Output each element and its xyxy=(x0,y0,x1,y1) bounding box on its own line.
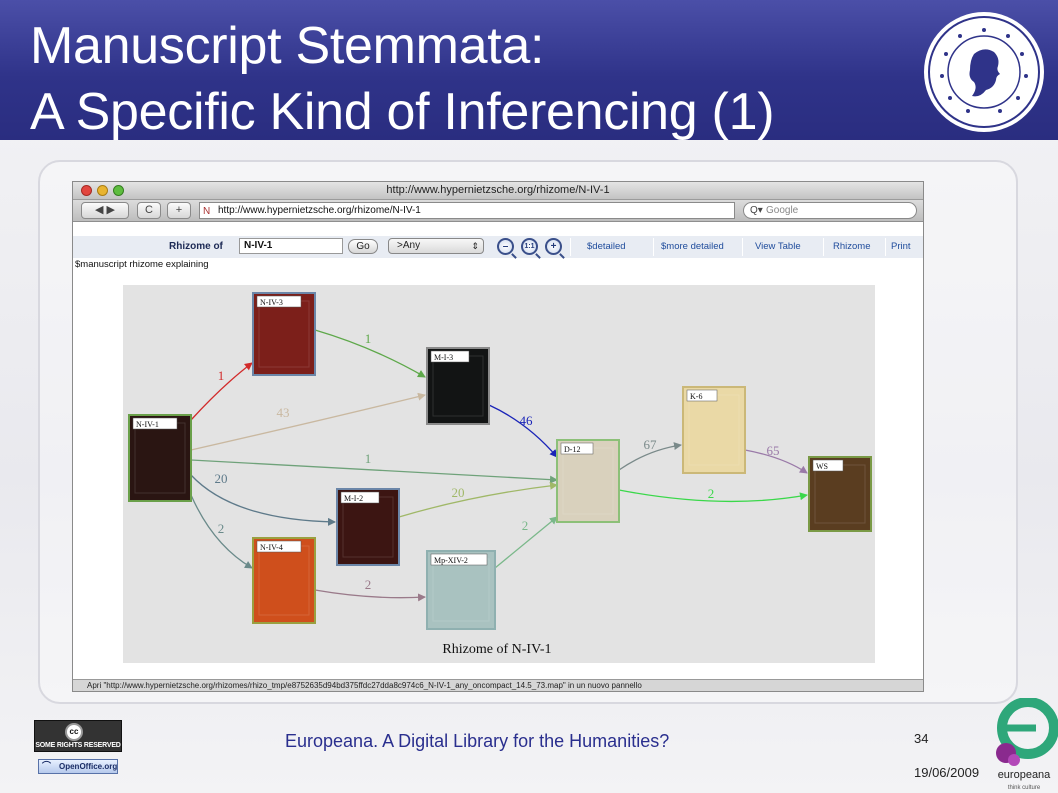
browser-titlebar: http://www.hypernietzsche.org/rhizome/N-… xyxy=(73,182,923,200)
edge-weight-label: 20 xyxy=(215,471,228,486)
edge-weight-label: 65 xyxy=(767,443,780,458)
rhizome-graph: 1 1 43 46 1 20 20 2 2 2 67 2 65 N-IV-1 N-IV-3 M-I-3 M-I-… xyxy=(123,285,875,663)
node-label: WS xyxy=(816,462,828,471)
url-field[interactable]: N http://www.hypernietzsche.org/rhizome/… xyxy=(199,202,735,219)
manuscript-node-m-i-3: M-I-3 xyxy=(426,347,490,425)
europeana-logo-sublabel: think culture xyxy=(1008,785,1041,791)
node-label: N-IV-3 xyxy=(260,298,283,307)
node-label: Mp-XIV-2 xyxy=(434,556,468,565)
browser-status-bar: Apri "http://www.hypernietzsche.org/rhiz… xyxy=(73,679,923,691)
browser-window: http://www.hypernietzsche.org/rhizome/N-… xyxy=(72,181,924,692)
cc-icon: cc xyxy=(65,723,83,741)
footer-text: Europeana. A Digital Library for the Hum… xyxy=(285,731,670,751)
browser-window-title: http://www.hypernietzsche.org/rhizome/N-… xyxy=(386,184,610,196)
nav-link-print[interactable]: Print xyxy=(891,241,911,252)
nav-divider xyxy=(653,238,654,256)
url-text: http://www.hypernietzsche.org/rhizome/N-… xyxy=(218,205,421,216)
browser-toolbar: ◀ ▶ C + N http://www.hypernietzsche.org/… xyxy=(73,200,923,222)
site-favicon-icon: N xyxy=(203,206,211,217)
node-label: N-IV-4 xyxy=(260,543,283,552)
page-number: 34 xyxy=(914,731,929,746)
node-label: D-12 xyxy=(564,445,580,454)
openoffice-badge: ⌒ OpenOffice.org xyxy=(38,759,118,774)
explain-text: $manuscript rhizome explaining xyxy=(75,259,209,270)
humboldt-university-seal xyxy=(924,12,1044,132)
manuscript-node-mp-xiv-2: Mp-XIV-2 xyxy=(426,550,496,630)
edge-N-IV-1-to-M-I-3 xyxy=(190,392,426,451)
node-label: M-I-3 xyxy=(434,353,453,362)
nav-link-view-table[interactable]: View Table xyxy=(755,241,801,252)
nav-link-more-detailed[interactable]: $more detailed xyxy=(661,241,724,252)
openoffice-label: OpenOffice.org xyxy=(59,762,118,771)
search-icon: Q▾ xyxy=(750,205,763,216)
edge-weight-label: 43 xyxy=(277,405,290,420)
cc-badge-label: SOME RIGHTS RESERVED xyxy=(35,742,121,749)
add-bookmark-button[interactable]: + xyxy=(167,202,191,219)
edge-weight-label: 1 xyxy=(365,451,372,466)
graph-caption: Rhizome of N-IV-1 xyxy=(442,642,551,657)
search-placeholder: Google xyxy=(766,205,799,216)
rhizome-nav-row: Rhizome of N-IV-1 Go >Any ⇕ – 1:1 + $det… xyxy=(73,236,923,258)
manuscript-node-m-i-2: M-I-2 xyxy=(336,488,400,566)
slide-title-bar: Manuscript Stemmata: A Specific Kind of … xyxy=(0,0,1058,141)
manuscript-node-ws: WS xyxy=(808,456,872,532)
edge-N-IV-1-to-D-12 xyxy=(190,459,558,484)
rhizome-input[interactable]: N-IV-1 xyxy=(239,238,343,254)
zoom-reset-icon[interactable]: 1:1 xyxy=(521,238,538,255)
node-label: M-I-2 xyxy=(344,494,363,503)
nav-divider xyxy=(823,238,824,256)
edge-weight-label: 2 xyxy=(218,521,225,536)
reload-button[interactable]: C xyxy=(137,202,161,219)
edge-M-I-2-to-D-12 xyxy=(398,481,558,518)
edge-weight-label: 1 xyxy=(365,331,372,346)
manuscript-node-k-6: K-6 xyxy=(682,386,746,474)
filter-select-value: >Any xyxy=(397,240,421,251)
nav-link-detailed[interactable]: $detailed xyxy=(587,241,626,252)
edge-weight-label: 2 xyxy=(522,518,529,533)
slide-title-line-2: A Specific Kind of Inferencing (1) xyxy=(30,83,775,141)
manuscript-node-n-iv-3: N-IV-3 xyxy=(252,292,316,376)
search-field[interactable]: Q▾ Google xyxy=(743,202,917,219)
nav-divider xyxy=(570,238,571,256)
manuscript-node-n-iv-1: N-IV-1 xyxy=(128,414,192,502)
go-button[interactable]: Go xyxy=(348,239,378,254)
edge-weight-label: 46 xyxy=(520,413,534,428)
openoffice-gull-icon: ⌒ xyxy=(42,761,52,771)
edge-weight-label: 2 xyxy=(365,577,372,592)
edge-weight-label: 2 xyxy=(708,486,715,501)
rhizome-label: Rhizome of xyxy=(169,241,223,252)
edge-weight-label: 67 xyxy=(644,437,658,452)
filter-select[interactable]: >Any ⇕ xyxy=(388,238,484,254)
creative-commons-badge: cc SOME RIGHTS RESERVED xyxy=(34,720,122,752)
edge-N-IV-1-to-M-I-2 xyxy=(190,474,336,526)
manuscript-node-n-iv-4: N-IV-4 xyxy=(252,537,316,624)
rhizome-graph-canvas: 1 1 43 46 1 20 20 2 2 2 67 2 65 N-IV-1 N-IV-3 M-I-3 M-I-… xyxy=(128,292,872,657)
slide-title-line-1: Manuscript Stemmata: xyxy=(30,17,545,75)
node-label: N-IV-1 xyxy=(136,420,159,429)
node-label: K-6 xyxy=(690,392,702,401)
edge-weight-label: 1 xyxy=(218,368,225,383)
manuscript-node-d-12: D-12 xyxy=(556,439,620,523)
zoom-in-icon[interactable]: + xyxy=(545,238,562,255)
slide-date: 19/06/2009 xyxy=(914,765,980,780)
select-arrows-icon: ⇕ xyxy=(471,241,479,251)
nav-divider xyxy=(742,238,743,256)
nav-link-rhizome[interactable]: Rhizome xyxy=(833,241,871,252)
zoom-out-icon[interactable]: – xyxy=(497,238,514,255)
back-forward-button[interactable]: ◀ ▶ xyxy=(81,202,129,219)
nav-divider xyxy=(885,238,886,256)
europeana-logo-label: europeana xyxy=(998,769,1051,781)
edge-weight-label: 20 xyxy=(452,485,465,500)
europeana-logo: europeana think culture xyxy=(996,698,1058,791)
